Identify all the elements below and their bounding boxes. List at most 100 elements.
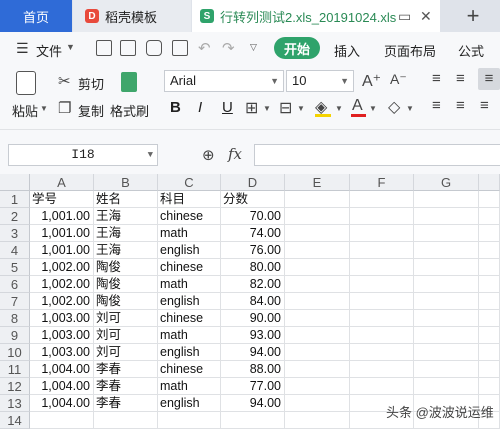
copy-icon[interactable]: ❐ bbox=[58, 99, 71, 117]
font-color-dropdown-icon[interactable]: ▼ bbox=[369, 104, 377, 113]
table-cell[interactable]: 94.00 bbox=[221, 344, 285, 361]
table-cell[interactable] bbox=[479, 327, 500, 344]
table-cell[interactable]: 1,003.00 bbox=[30, 310, 94, 327]
close-icon[interactable]: ✕ bbox=[420, 8, 432, 25]
table-cell[interactable]: 陶俊 bbox=[94, 276, 158, 293]
table-cell[interactable] bbox=[479, 259, 500, 276]
row-header[interactable]: 13 bbox=[0, 395, 30, 412]
table-cell[interactable] bbox=[285, 412, 350, 429]
table-cell[interactable]: english bbox=[158, 395, 221, 412]
table-cell[interactable]: 分数 bbox=[221, 191, 285, 208]
format-painter-button[interactable]: 格式刷 bbox=[110, 101, 149, 120]
row-header[interactable]: 6 bbox=[0, 276, 30, 293]
new-tab-button[interactable]: + bbox=[446, 0, 500, 32]
table-cell[interactable] bbox=[414, 191, 479, 208]
window-restore-icon[interactable]: ▭ bbox=[398, 8, 411, 25]
table-cell[interactable] bbox=[414, 208, 479, 225]
copy-button[interactable]: 复制 bbox=[78, 101, 104, 120]
print-preview-icon[interactable] bbox=[172, 40, 188, 56]
column-header[interactable]: D bbox=[221, 174, 285, 191]
table-cell[interactable] bbox=[479, 310, 500, 327]
row-header[interactable]: 11 bbox=[0, 361, 30, 378]
table-cell[interactable]: 李春 bbox=[94, 361, 158, 378]
table-cell[interactable] bbox=[414, 327, 479, 344]
cut-button[interactable]: 剪切 bbox=[78, 74, 104, 93]
table-cell[interactable]: 刘可 bbox=[94, 327, 158, 344]
table-cell[interactable] bbox=[414, 225, 479, 242]
cell-style-icon[interactable]: ⊟ bbox=[279, 98, 292, 118]
font-color-icon[interactable]: A bbox=[352, 97, 363, 115]
scissors-icon[interactable]: ✂ bbox=[58, 72, 71, 90]
bold-button[interactable]: B bbox=[170, 99, 181, 116]
table-cell[interactable] bbox=[350, 191, 414, 208]
table-cell[interactable] bbox=[479, 378, 500, 395]
table-cell[interactable] bbox=[285, 276, 350, 293]
table-cell[interactable] bbox=[350, 225, 414, 242]
table-cell[interactable] bbox=[30, 412, 94, 429]
table-cell[interactable]: 1,001.00 bbox=[30, 208, 94, 225]
table-cell[interactable] bbox=[158, 412, 221, 429]
table-cell[interactable]: 姓名 bbox=[94, 191, 158, 208]
table-cell[interactable] bbox=[285, 344, 350, 361]
eraser-icon[interactable]: ◇ bbox=[388, 97, 400, 117]
table-cell[interactable] bbox=[350, 259, 414, 276]
table-cell[interactable]: 1,004.00 bbox=[30, 378, 94, 395]
table-cell[interactable] bbox=[414, 276, 479, 293]
table-cell[interactable]: 88.00 bbox=[221, 361, 285, 378]
table-cell[interactable] bbox=[479, 208, 500, 225]
table-cell[interactable]: english bbox=[158, 242, 221, 259]
table-cell[interactable] bbox=[414, 259, 479, 276]
table-cell[interactable]: 陶俊 bbox=[94, 293, 158, 310]
table-cell[interactable] bbox=[479, 191, 500, 208]
table-cell[interactable]: 刘可 bbox=[94, 310, 158, 327]
decrease-font-icon[interactable]: A⁻ bbox=[390, 71, 407, 88]
table-cell[interactable] bbox=[479, 242, 500, 259]
table-cell[interactable]: 1,004.00 bbox=[30, 361, 94, 378]
table-cell[interactable]: 王海 bbox=[94, 225, 158, 242]
table-cell[interactable] bbox=[285, 191, 350, 208]
italic-button[interactable]: I bbox=[198, 99, 202, 116]
table-cell[interactable]: 1,002.00 bbox=[30, 293, 94, 310]
table-cell[interactable]: 1,003.00 bbox=[30, 344, 94, 361]
tab-home[interactable]: 首页 bbox=[0, 0, 72, 32]
align-bottom-icon[interactable]: ≡ bbox=[478, 68, 500, 90]
table-cell[interactable] bbox=[350, 276, 414, 293]
name-box[interactable]: I18 ▼ bbox=[8, 144, 158, 166]
row-header[interactable]: 5 bbox=[0, 259, 30, 276]
table-cell[interactable]: 王海 bbox=[94, 208, 158, 225]
formula-input[interactable] bbox=[254, 144, 500, 166]
row-header[interactable]: 10 bbox=[0, 344, 30, 361]
table-cell[interactable]: 1,001.00 bbox=[30, 225, 94, 242]
menu-file[interactable]: 文件 bbox=[36, 41, 62, 60]
column-header[interactable]: A bbox=[30, 174, 94, 191]
format-painter-icon[interactable] bbox=[121, 72, 137, 92]
redo-icon[interactable]: ↷ bbox=[222, 39, 235, 57]
align-right-icon[interactable]: ≡ bbox=[480, 97, 489, 114]
tab-start[interactable]: 开始 bbox=[274, 37, 320, 59]
table-cell[interactable]: 70.00 bbox=[221, 208, 285, 225]
table-cell[interactable] bbox=[414, 310, 479, 327]
table-cell[interactable]: math bbox=[158, 276, 221, 293]
table-cell[interactable]: chinese bbox=[158, 259, 221, 276]
table-cell[interactable]: 1,003.00 bbox=[30, 327, 94, 344]
border-dropdown-icon[interactable]: ▼ bbox=[263, 104, 271, 113]
table-cell[interactable]: 王海 bbox=[94, 242, 158, 259]
table-cell[interactable] bbox=[350, 293, 414, 310]
table-cell[interactable] bbox=[285, 293, 350, 310]
table-cell[interactable] bbox=[221, 412, 285, 429]
tab-page-layout[interactable]: 页面布局 bbox=[384, 41, 436, 60]
table-cell[interactable] bbox=[350, 361, 414, 378]
paste-button[interactable]: 粘贴 bbox=[12, 101, 38, 120]
table-cell[interactable]: 1,001.00 bbox=[30, 242, 94, 259]
export-pdf-icon[interactable] bbox=[120, 40, 136, 56]
increase-font-icon[interactable]: A⁺ bbox=[362, 71, 381, 91]
column-header[interactable] bbox=[479, 174, 500, 191]
table-cell[interactable] bbox=[414, 293, 479, 310]
table-cell[interactable]: 76.00 bbox=[221, 242, 285, 259]
table-cell[interactable]: 刘可 bbox=[94, 344, 158, 361]
column-header[interactable]: C bbox=[158, 174, 221, 191]
table-cell[interactable]: 李春 bbox=[94, 378, 158, 395]
table-cell[interactable]: 82.00 bbox=[221, 276, 285, 293]
table-cell[interactable]: 74.00 bbox=[221, 225, 285, 242]
paste-dropdown-icon[interactable]: ▼ bbox=[40, 104, 48, 113]
